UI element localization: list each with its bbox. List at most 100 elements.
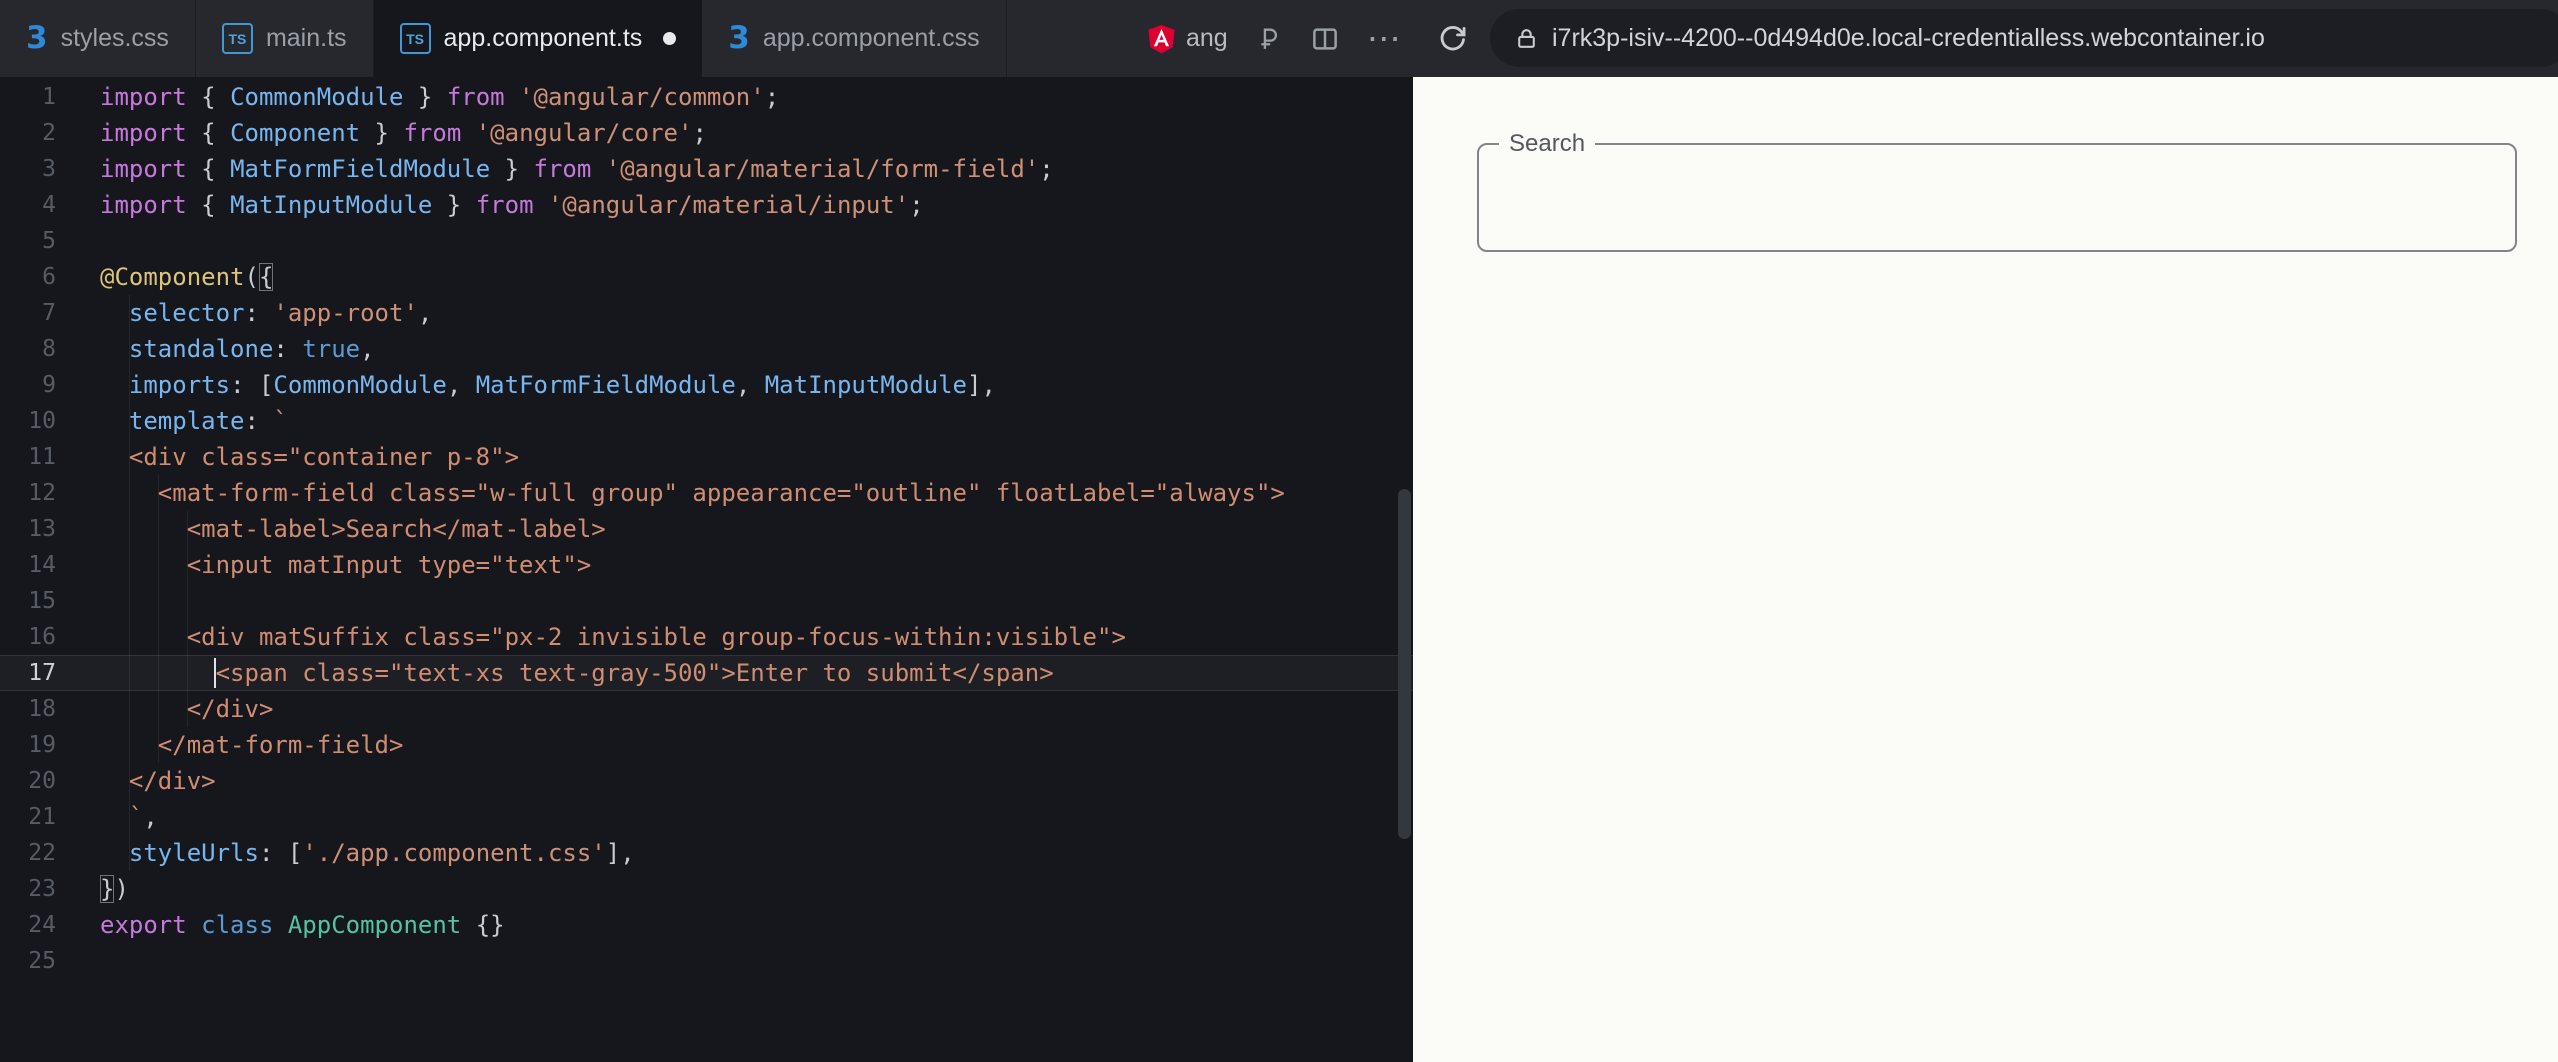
css-icon: 3 [728, 20, 750, 56]
line-number: 13 [28, 516, 56, 542]
code-line[interactable]: 15 [0, 583, 1413, 619]
code-line[interactable]: 23}) [0, 871, 1413, 907]
tab-label: app.component.ts [443, 24, 643, 52]
indent-guide [187, 511, 188, 727]
code-text: styleUrls: ['./app.component.css'], [128, 839, 635, 867]
code-line[interactable]: 16 <div matSuffix class="px-2 invisible … [0, 619, 1413, 655]
code-line[interactable]: 19 </mat-form-field> [0, 727, 1413, 763]
prettier-icon[interactable] [1255, 25, 1283, 53]
code-text: <span class="text-xs text-gray-500">Ente… [100, 659, 1054, 687]
line-number: 20 [28, 768, 56, 794]
search-input[interactable] [1483, 149, 2515, 248]
code-text: <mat-label>Search</mat-label> [100, 515, 606, 543]
line-number: 1 [42, 84, 56, 110]
code-text: <input matInput type="text"> [100, 551, 592, 579]
css-icon: 3 [26, 20, 48, 56]
preview-browser-bar: i7rk3p-isiv--4200--0d494d0e.local-creden… [1413, 0, 2558, 77]
line-number: 5 [42, 228, 56, 254]
line-number: 7 [42, 300, 56, 326]
code-text: import { MatFormFieldModule } from '@ang… [100, 155, 1054, 183]
line-number: 17 [28, 660, 56, 686]
code-lines: 1 import { CommonModule } from '@angular/… [0, 79, 1413, 979]
more-actions-icon[interactable]: ⋯ [1367, 22, 1403, 56]
code-line[interactable]: 24 export class AppComponent {} [0, 907, 1413, 943]
line-number: 8 [42, 336, 56, 362]
line-number: 11 [28, 444, 56, 470]
code-line[interactable]: 21 `, [0, 799, 1413, 835]
top-bar: 3 styles.css TS main.ts TS app.component.ts 3 a… [0, 0, 2558, 77]
code-line[interactable]: 22 styleUrls: ['./app.component.css'], [0, 835, 1413, 871]
tab-app.component.ts[interactable]: TS app.component.ts [373, 0, 703, 77]
code-line[interactable]: 9 imports: [CommonModule, MatFormFieldMo… [0, 367, 1413, 403]
code-line[interactable]: 5 [0, 223, 1413, 259]
split-editor-icon[interactable] [1310, 24, 1340, 54]
code-line[interactable]: 25 [0, 943, 1413, 979]
code-line[interactable]: 4 import { MatInputModule } from '@angula… [0, 187, 1413, 223]
code-line[interactable]: 7 selector: 'app-root', [0, 295, 1413, 331]
search-form-field: Search [1477, 130, 2517, 252]
preview-pane: Search [1413, 77, 2558, 1062]
line-number: 10 [28, 408, 56, 434]
indent-guide [129, 295, 130, 871]
line-number: 2 [42, 120, 56, 146]
code-line[interactable]: 20 </div> [0, 763, 1413, 799]
code-text: imports: [CommonModule, MatFormFieldModu… [128, 371, 996, 399]
code-line[interactable]: 14 <input matInput type="text"> [0, 547, 1413, 583]
code-line[interactable]: 6 @Component({ [0, 259, 1413, 295]
url-bar[interactable]: i7rk3p-isiv--4200--0d494d0e.local-creden… [1490, 9, 2558, 67]
angular-icon [1146, 23, 1177, 54]
line-number: 22 [28, 840, 56, 866]
code-text: <div matSuffix class="px-2 invisible gro… [100, 623, 1126, 651]
code-text: <mat-form-field class="w-full group" app… [100, 479, 1285, 507]
line-number: 3 [42, 156, 56, 182]
line-number: 19 [28, 732, 56, 758]
code-text: selector: 'app-root', [128, 299, 433, 327]
code-text: </mat-form-field> [100, 731, 404, 759]
line-number: 15 [28, 588, 56, 614]
editor-tabs: 3 styles.css TS main.ts TS app.component.ts 3 a… [0, 0, 1007, 77]
code-text: import { CommonModule } from '@angular/c… [100, 83, 780, 111]
tab-app.component.css[interactable]: 3 app.component.css [702, 0, 1007, 77]
code-text: </div> [100, 767, 216, 795]
code-line[interactable]: 17 <span class="text-xs text-gray-500">E… [0, 655, 1413, 691]
url-text: i7rk3p-isiv--4200--0d494d0e.local-creden… [1552, 23, 2265, 52]
web-ide: 3 styles.css TS main.ts TS app.component.ts 3 a… [0, 0, 2558, 1062]
line-number: 12 [28, 480, 56, 506]
indent-guide [158, 475, 159, 763]
code-line[interactable]: 12 <mat-form-field class="w-full group" … [0, 475, 1413, 511]
editor-scrollbar[interactable] [1398, 489, 1411, 839]
code-text: import { MatInputModule } from '@angular… [100, 191, 924, 219]
line-number: 4 [42, 192, 56, 218]
code-text: import { Component } from '@angular/core… [100, 119, 707, 147]
code-line[interactable]: 1 import { CommonModule } from '@angular/… [0, 79, 1413, 115]
code-text: standalone: true, [128, 335, 375, 363]
code-text: @Component({ [100, 263, 274, 291]
line-number: 24 [28, 912, 56, 938]
refresh-icon[interactable] [1436, 21, 1470, 55]
code-line[interactable]: 18 </div> [0, 691, 1413, 727]
code-text: <div class="container p-8"> [100, 443, 520, 471]
tab-label: styles.css [60, 24, 169, 52]
code-line[interactable]: 3 import { MatFormFieldModule } from '@an… [0, 151, 1413, 187]
line-number: 9 [42, 372, 56, 398]
tab-styles.css[interactable]: 3 styles.css [0, 0, 196, 77]
code-editor[interactable]: 1 import { CommonModule } from '@angular/… [0, 77, 1413, 1062]
code-line[interactable]: 11 <div class="container p-8"> [0, 439, 1413, 475]
code-text: export class AppComponent {} [100, 911, 505, 939]
ts-icon: TS [399, 23, 431, 54]
lock-icon [1514, 26, 1539, 51]
ts-icon: TS [221, 23, 253, 54]
code-line[interactable]: 2 import { Component } from '@angular/cor… [0, 115, 1413, 151]
code-line[interactable]: 13 <mat-label>Search</mat-label> [0, 511, 1413, 547]
line-number: 21 [28, 804, 56, 830]
unsaved-dot [663, 32, 677, 45]
code-line[interactable]: 10 template: ` [0, 403, 1413, 439]
line-number: 14 [28, 552, 56, 578]
tab-label: app.component.css [762, 24, 980, 52]
line-number: 16 [28, 624, 56, 650]
code-text: }) [100, 875, 129, 903]
line-number: 6 [42, 264, 56, 290]
text-cursor [214, 658, 216, 688]
tab-main.ts[interactable]: TS main.ts [196, 0, 374, 77]
code-line[interactable]: 8 standalone: true, [0, 331, 1413, 367]
